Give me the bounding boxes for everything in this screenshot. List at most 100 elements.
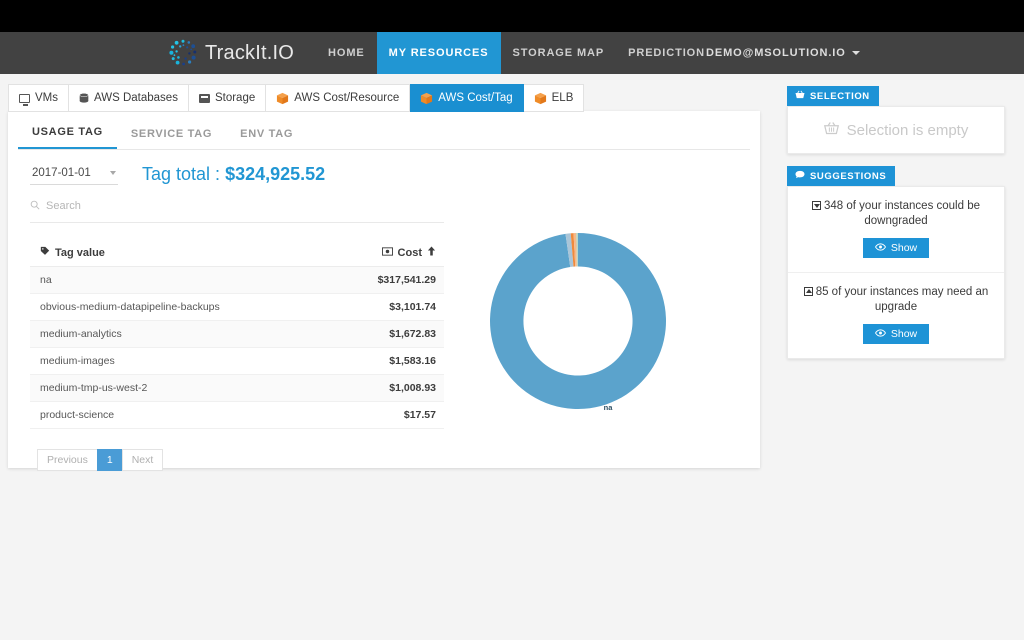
- selection-panel-title: SELECTION: [810, 91, 870, 102]
- cell-cost: $17.57: [326, 402, 444, 429]
- show-downgrade-button[interactable]: Show: [863, 238, 929, 258]
- search-input[interactable]: Search: [46, 200, 81, 212]
- box-icon: [534, 92, 547, 105]
- resource-tab-aws-cost-resource[interactable]: AWS Cost/Resource: [266, 84, 410, 112]
- selection-panel-tab[interactable]: SELECTION: [787, 86, 879, 106]
- monitor-icon: [19, 94, 30, 103]
- table-row[interactable]: na $317,541.29: [30, 267, 444, 294]
- resource-tab-label: AWS Cost/Tag: [438, 92, 512, 104]
- user-menu[interactable]: DEMO@MSOLUTION.IO: [706, 32, 860, 74]
- suggestion-item-upgrade: 85 of your instances may need an upgrade…: [788, 272, 1004, 358]
- nav-links: HOME MY RESOURCES STORAGE MAP PREDICTION: [316, 32, 717, 74]
- table-row[interactable]: product-science $17.57: [30, 402, 444, 429]
- brand-text: TrackIt.IO: [205, 42, 294, 65]
- table-body: na $317,541.29 obvious-medium-datapipeli…: [30, 267, 444, 429]
- cell-cost: $1,583.16: [326, 348, 444, 375]
- resource-tab-aws-cost-tag[interactable]: AWS Cost/Tag: [410, 84, 523, 112]
- user-email: DEMO@MSOLUTION.IO: [706, 47, 846, 59]
- cell-tag-value: product-science: [30, 402, 326, 429]
- tag-total: Tag total : $324,925.52: [142, 164, 325, 185]
- money-icon: [382, 247, 393, 259]
- donut-svg: [478, 221, 678, 421]
- resource-tab-label: Storage: [215, 92, 255, 104]
- column-header-cost[interactable]: Cost: [326, 240, 444, 267]
- sub-tab-service-tag[interactable]: SERVICE TAG: [117, 128, 226, 149]
- resource-tab-vms[interactable]: VMs: [8, 84, 69, 112]
- resource-tab-label: AWS Databases: [94, 92, 178, 104]
- nav-link-my-resources[interactable]: MY RESOURCES: [377, 32, 501, 74]
- cell-cost: $1,008.93: [326, 375, 444, 402]
- main-navbar: TrackIt.IO HOME MY RESOURCES STORAGE MAP…: [0, 32, 1024, 74]
- tag-total-label: Tag total :: [142, 164, 225, 184]
- resource-tab-strip: VMs AWS Databases Storage AWS Cos: [8, 84, 584, 112]
- resource-tab-aws-databases[interactable]: AWS Databases: [69, 84, 189, 112]
- top-black-strip: [0, 0, 1024, 32]
- arrow-up-icon: [427, 246, 436, 259]
- card-controls: 2017-01-01 Tag total : $324,925.52: [30, 164, 760, 185]
- dots-circle-logo-icon: [168, 38, 198, 68]
- storage-icon: [199, 94, 210, 103]
- suggestion-message: 85 of your instances may need an upgrade: [816, 286, 989, 313]
- square-arrow-down-icon: [812, 201, 821, 210]
- suggestions-panel-body: 348 of your instances could be downgrade…: [787, 186, 1005, 359]
- selection-empty-text: Selection is empty: [847, 122, 969, 139]
- date-select[interactable]: 2017-01-01: [30, 164, 118, 185]
- suggestion-message: 348 of your instances could be downgrade…: [824, 200, 980, 227]
- table-row[interactable]: medium-analytics $1,672.83: [30, 321, 444, 348]
- suggestion-text: 85 of your instances may need an upgrade: [800, 285, 992, 315]
- cell-tag-value: obvious-medium-datapipeline-backups: [30, 294, 326, 321]
- cell-tag-value: medium-analytics: [30, 321, 326, 348]
- tag-value-table: Tag value Cost: [30, 240, 444, 429]
- eye-icon: [875, 242, 886, 254]
- table-header-row: Tag value Cost: [30, 240, 444, 267]
- suggestions-panel-title: SUGGESTIONS: [810, 171, 886, 182]
- box-icon: [276, 92, 289, 105]
- basket-icon: [795, 90, 805, 102]
- basket-icon: [824, 121, 839, 139]
- eye-icon: [875, 328, 886, 340]
- cell-tag-value: medium-images: [30, 348, 326, 375]
- pagination-next[interactable]: Next: [122, 449, 164, 471]
- cost-tag-card: USAGE TAG SERVICE TAG ENV TAG 2017-01-01…: [8, 111, 760, 468]
- table-row[interactable]: obvious-medium-datapipeline-backups $3,1…: [30, 294, 444, 321]
- table-row[interactable]: medium-tmp-us-west-2 $1,008.93: [30, 375, 444, 402]
- cell-cost: $3,101.74: [326, 294, 444, 321]
- database-icon: [79, 93, 89, 104]
- nav-link-prediction[interactable]: PREDICTION: [616, 32, 717, 74]
- nav-link-storage-map[interactable]: STORAGE MAP: [501, 32, 617, 74]
- resource-tab-label: VMs: [35, 92, 58, 104]
- comment-icon: [795, 170, 805, 182]
- search-field[interactable]: Search: [30, 197, 444, 223]
- column-header-tag-value[interactable]: Tag value: [30, 240, 326, 267]
- suggestion-text: 348 of your instances could be downgrade…: [800, 199, 992, 229]
- pagination: Previous 1 Next: [38, 449, 163, 471]
- column-header-label: Cost: [398, 247, 422, 259]
- show-upgrade-button[interactable]: Show: [863, 324, 929, 344]
- show-button-label: Show: [891, 242, 917, 254]
- pagination-previous[interactable]: Previous: [37, 449, 98, 471]
- resource-tab-storage[interactable]: Storage: [189, 84, 266, 112]
- pagination-page-1[interactable]: 1: [97, 449, 123, 471]
- brand[interactable]: TrackIt.IO: [168, 32, 294, 74]
- search-icon: [30, 197, 40, 215]
- cell-tag-value: na: [30, 267, 326, 294]
- tag-table-pane: Search Tag value: [30, 197, 444, 471]
- table-row[interactable]: medium-images $1,583.16: [30, 348, 444, 375]
- sub-tab-env-tag[interactable]: ENV TAG: [226, 128, 307, 149]
- caret-down-icon: [852, 51, 860, 55]
- nav-link-home[interactable]: HOME: [316, 32, 377, 74]
- box-icon: [420, 92, 433, 105]
- tag-total-amount: $324,925.52: [225, 164, 325, 184]
- sub-tab-usage-tag[interactable]: USAGE TAG: [18, 126, 117, 149]
- tag-icon: [40, 246, 50, 259]
- suggestions-panel-tab[interactable]: SUGGESTIONS: [787, 166, 895, 186]
- selection-panel-body: Selection is empty: [787, 106, 1005, 154]
- tag-sub-tabs: USAGE TAG SERVICE TAG ENV TAG: [18, 117, 750, 150]
- cell-cost: $1,672.83: [326, 321, 444, 348]
- show-button-label: Show: [891, 328, 917, 340]
- date-select-value: 2017-01-01: [32, 167, 91, 179]
- resource-tab-elb[interactable]: ELB: [524, 84, 585, 112]
- cell-cost: $317,541.29: [326, 267, 444, 294]
- resource-tab-label: ELB: [552, 92, 574, 104]
- cost-donut-chart: na: [478, 221, 738, 441]
